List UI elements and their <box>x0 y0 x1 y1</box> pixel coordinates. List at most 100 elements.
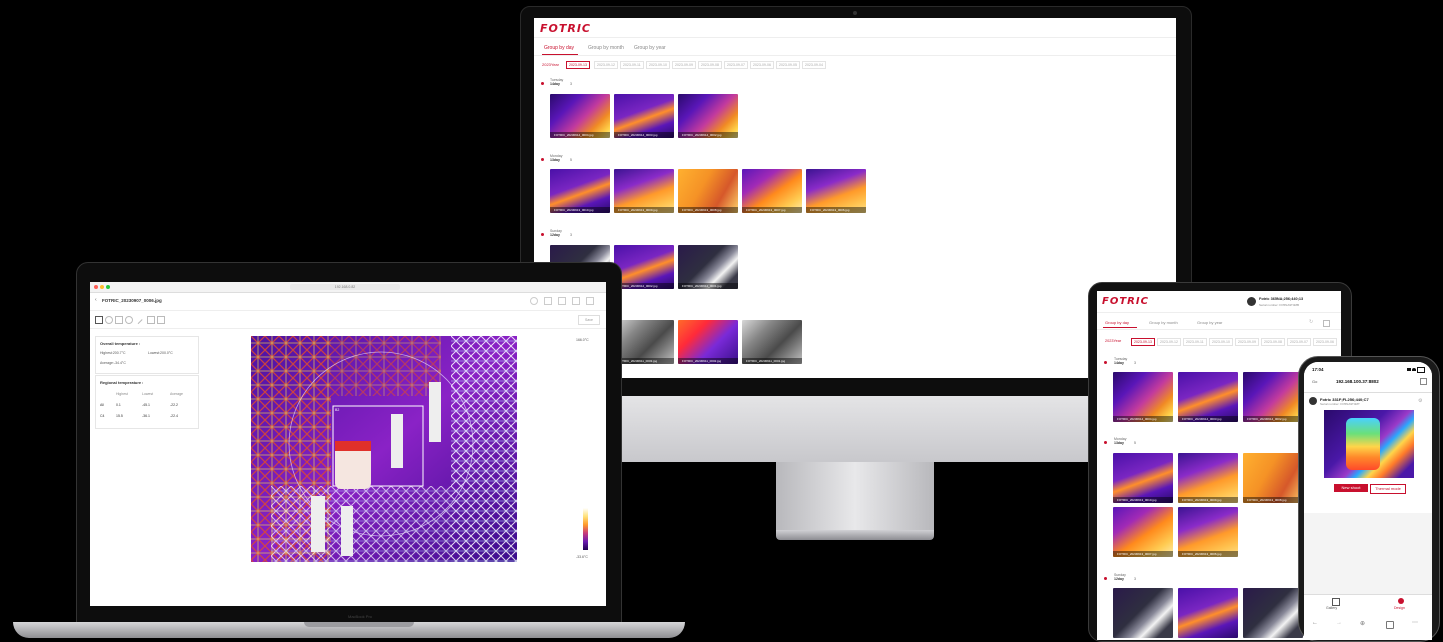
group-day: 12day <box>1114 577 1124 581</box>
thermal-thumbnail[interactable]: FOTRIC_20230913_0007.jpg <box>742 169 802 213</box>
line-tool-icon[interactable] <box>133 314 143 325</box>
tab-group-by-year[interactable]: Group by year <box>634 45 666 51</box>
nav-gallery[interactable]: Gallery <box>1326 606 1337 610</box>
url-bar[interactable]: 192.168.0.82 <box>290 284 400 290</box>
tab-group-by-month[interactable]: Group by month <box>1149 320 1178 325</box>
new-tab-icon[interactable]: ⊕ <box>1360 620 1365 627</box>
group-count: 3 <box>1134 577 1136 581</box>
settings-icon[interactable]: ⚙ <box>1418 398 1422 404</box>
forward-arrow-icon[interactable]: → <box>1336 620 1342 626</box>
info-icon[interactable] <box>572 297 580 305</box>
thermal-thumbnail[interactable]: FOTRIC_20230911_0001.jpg <box>742 320 802 364</box>
thermal-thumbnail[interactable]: FOTRIC_20230912_0001.jpg <box>678 245 738 289</box>
thermal-thumbnail[interactable]: FOTRIC_20230914_0004.jpg <box>550 94 610 138</box>
tab-group-by-day[interactable]: Group by day <box>544 45 574 51</box>
tab-underline <box>1103 327 1137 328</box>
group-dot <box>1104 361 1107 364</box>
thermal-thumbnail[interactable]: FOTRIC_20230913_0006.jpg <box>1178 507 1238 557</box>
close-icon[interactable] <box>94 285 98 289</box>
group-day: 13day <box>1114 441 1124 445</box>
camera-icon[interactable] <box>1398 598 1404 604</box>
maximize-icon[interactable] <box>106 285 110 289</box>
thermal-thumbnail[interactable]: FOTRIC_20230911_0003.jpg <box>614 320 674 364</box>
thermal-thumbnail[interactable]: FOTRIC_20230914_0002.jpg <box>678 94 738 138</box>
date-chip[interactable]: 2023-09-12 <box>1157 338 1181 346</box>
overall-title: Overall temperature : <box>100 341 140 346</box>
undo-icon[interactable] <box>147 316 155 324</box>
thermal-thumbnail[interactable]: FOTRIC_20230913_0007.jpg <box>1113 507 1173 557</box>
select-tool-icon[interactable] <box>95 316 103 324</box>
date-chip[interactable]: 2023-09-07 <box>724 61 748 69</box>
tab-group-by-year[interactable]: Group by year <box>1197 320 1222 325</box>
thermal-thumbnail[interactable]: FOTRIC_20230912_0002.jpg <box>614 245 674 289</box>
date-chip[interactable]: 2023-09-05 <box>776 61 800 69</box>
thermal-thumbnail[interactable]: FOTRIC_20230914_0004.jpg <box>1113 372 1173 422</box>
date-chip[interactable]: 2023-09-07 <box>1287 338 1311 346</box>
minimize-icon[interactable] <box>100 285 104 289</box>
laptop-notch <box>304 622 414 627</box>
delete-icon[interactable] <box>586 297 594 305</box>
thermal-thumbnail[interactable] <box>1113 588 1173 638</box>
share-icon[interactable] <box>530 297 538 305</box>
nav-design[interactable]: Design <box>1394 606 1405 610</box>
fullscreen-icon[interactable] <box>1323 320 1330 327</box>
box-tool-icon[interactable] <box>115 316 123 324</box>
avatar[interactable] <box>1309 397 1317 405</box>
date-chip[interactable]: 2023-09-10 <box>646 61 670 69</box>
tab-group-by-month[interactable]: Group by month <box>588 45 624 51</box>
year-chip[interactable]: 2023Year <box>1105 339 1121 343</box>
thermal-image[interactable]: B2 <box>251 336 517 562</box>
thermal-subject <box>1346 418 1380 470</box>
thermal-thumbnail[interactable]: FOTRIC_20230911_0002.jpg <box>678 320 738 364</box>
thermal-thumbnail[interactable] <box>1178 588 1238 638</box>
date-chip[interactable]: 2023-09-13 <box>1131 338 1155 346</box>
color-scale-bar[interactable] <box>583 508 588 550</box>
date-chip[interactable]: 2023-09-06 <box>750 61 774 69</box>
save-button[interactable]: Save <box>578 315 600 325</box>
point-tool-icon[interactable] <box>105 316 113 324</box>
thermal-mode-button[interactable]: Thermal mode <box>1370 484 1406 494</box>
phone-url[interactable]: 192.168.100.37:8802 <box>1336 379 1379 384</box>
thermal-thumbnail[interactable]: FOTRIC_20230914_0002.jpg <box>1243 372 1303 422</box>
print-icon[interactable] <box>558 297 566 305</box>
thermal-thumbnail[interactable]: FOTRIC_20230913_0009.jpg <box>614 169 674 213</box>
thermal-thumbnail[interactable]: FOTRIC_20230913_0010.jpg <box>550 169 610 213</box>
thermal-thumbnail[interactable]: FOTRIC_20230913_0009.jpg <box>1178 453 1238 503</box>
refresh-icon[interactable]: ↻ <box>1309 319 1313 325</box>
new-shoot-button[interactable]: New shoot <box>1334 484 1368 492</box>
date-chip[interactable]: 2023-09-09 <box>1235 338 1259 346</box>
avatar[interactable] <box>1247 297 1256 306</box>
date-chip[interactable]: 2023-09-04 <box>802 61 826 69</box>
date-chip[interactable]: 2023-09-13 <box>566 61 590 69</box>
date-chip[interactable]: 2023-09-08 <box>698 61 722 69</box>
tabs-icon[interactable] <box>1386 621 1394 629</box>
date-chip[interactable]: 2023-09-11 <box>1183 338 1207 346</box>
thermal-thumbnail[interactable] <box>1243 588 1303 638</box>
thermal-thumbnail[interactable]: FOTRIC_20230914_0003.jpg <box>614 94 674 138</box>
overall-temperature-panel: Overall temperature : Highest:200.7°C Lo… <box>95 336 199 374</box>
redo-icon[interactable] <box>157 316 165 324</box>
table-cell: -36.1 <box>142 414 150 418</box>
thermal-thumbnail[interactable]: FOTRIC_20230913_0008.jpg <box>1243 453 1303 503</box>
more-icon[interactable]: ⋯ <box>1412 619 1418 626</box>
date-chip[interactable]: 2023-09-09 <box>672 61 696 69</box>
group-day: 13day <box>550 158 560 162</box>
download-icon[interactable] <box>544 297 552 305</box>
thermal-thumbnail[interactable]: FOTRIC_20230913_0008.jpg <box>678 169 738 213</box>
table-cell: -22.2 <box>170 403 178 407</box>
date-chip[interactable]: 2023-09-11 <box>620 61 644 69</box>
date-chip[interactable]: 2023-09-10 <box>1209 338 1233 346</box>
thermal-thumbnail[interactable]: FOTRIC_20230913_0010.jpg <box>1113 453 1173 503</box>
back-arrow-icon[interactable]: ← <box>1312 620 1318 626</box>
thermal-thumbnail[interactable]: FOTRIC_20230914_0003.jpg <box>1178 372 1238 422</box>
date-chip[interactable]: 2023-09-06 <box>1313 338 1337 346</box>
tab-group-by-day[interactable]: Group by day <box>1105 320 1129 325</box>
gallery-icon[interactable] <box>1332 598 1340 606</box>
brand-logo: FOTRIC <box>540 22 592 35</box>
year-chip[interactable]: 2023Year <box>542 62 559 67</box>
thermal-thumbnail[interactable]: FOTRIC_20230913_0006.jpg <box>806 169 866 213</box>
date-chip[interactable]: 2023-09-12 <box>594 61 618 69</box>
ellipse-tool-icon[interactable] <box>125 316 133 324</box>
back-icon[interactable]: ‹ <box>95 297 97 303</box>
date-chip[interactable]: 2023-09-08 <box>1261 338 1285 346</box>
